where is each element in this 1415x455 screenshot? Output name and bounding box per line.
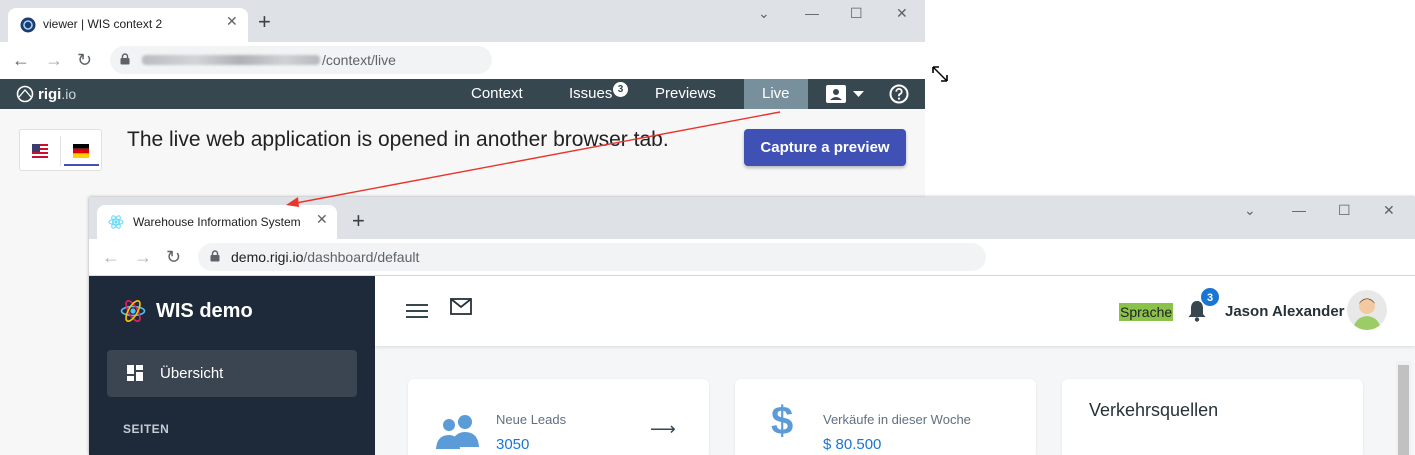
nav-issues[interactable]: Issues bbox=[569, 79, 612, 109]
wis-main-area: Sprache 3 Jason Alexander Neue Leads 305… bbox=[375, 276, 1415, 455]
rigi-logo-suffix: .io bbox=[61, 86, 77, 102]
lock-icon bbox=[120, 53, 130, 65]
lock-icon bbox=[210, 250, 220, 262]
card-title: Verkehrsquellen bbox=[1089, 400, 1219, 420]
wis-sidebar: WIS demo Übersicht SEITEN bbox=[89, 276, 375, 455]
viewer-address-bar: ← → ↻ /context/live bbox=[0, 42, 925, 79]
user-name[interactable]: Jason Alexander bbox=[1225, 303, 1345, 320]
tab-search-chevron-icon[interactable]: ⌄ bbox=[758, 5, 770, 22]
rigi-navbar: rigi .io Context Issues Previews Live bbox=[0, 79, 925, 109]
account-box-icon[interactable] bbox=[826, 85, 846, 103]
wis-tabstrip: Warehouse Information System ✕ + ⌄ — ☐ ✕ bbox=[89, 197, 1415, 239]
tab-search-chevron-icon[interactable]: ⌄ bbox=[1244, 202, 1256, 219]
people-icon bbox=[436, 415, 479, 449]
minimize-icon[interactable]: — bbox=[805, 5, 819, 21]
sidebar-section-heading: SEITEN bbox=[123, 422, 170, 436]
verkaeufe-card[interactable]: $ Verkäufe in dieser Woche $ 80.500 bbox=[735, 379, 1036, 455]
viewer-url-path: /context/live bbox=[322, 52, 396, 68]
help-icon[interactable] bbox=[889, 84, 909, 104]
wis-address-bar: ← → ↻ demo.rigi.io/dashboard/default bbox=[89, 239, 1415, 276]
maximize-icon[interactable]: ☐ bbox=[1338, 202, 1351, 219]
neue-leads-card[interactable]: Neue Leads 3050 ⟶ bbox=[408, 379, 709, 455]
user-avatar-icon bbox=[1353, 298, 1381, 330]
dollar-icon: $ bbox=[771, 399, 794, 443]
nav-context[interactable]: Context bbox=[471, 79, 523, 109]
dashboard-icon bbox=[127, 365, 143, 381]
active-language-indicator bbox=[64, 164, 99, 166]
reload-icon[interactable]: ↻ bbox=[77, 50, 92, 70]
account-dropdown-caret-icon[interactable] bbox=[853, 91, 864, 97]
rigi-logo[interactable]: rigi .io bbox=[16, 85, 76, 103]
viewer-tabstrip: viewer | WIS context 2 ✕ + ⌄ — ☐ ✕ bbox=[0, 0, 925, 42]
mail-icon[interactable] bbox=[450, 298, 472, 316]
card-value: 3050 bbox=[496, 436, 530, 453]
arrow-right-icon[interactable]: ⟶ bbox=[650, 419, 676, 440]
live-info-message: The live web application is opened in an… bbox=[127, 128, 669, 151]
issues-count-badge: 3 bbox=[613, 82, 628, 97]
atom-logo-icon[interactable] bbox=[120, 298, 146, 324]
close-window-icon[interactable]: ✕ bbox=[1383, 202, 1395, 219]
avatar[interactable] bbox=[1347, 290, 1387, 330]
menu-icon[interactable] bbox=[406, 303, 428, 319]
forward-arrow-icon[interactable]: → bbox=[134, 247, 152, 267]
sidebar-item-label: Übersicht bbox=[160, 365, 224, 382]
nav-live[interactable]: Live bbox=[744, 79, 808, 109]
wis-url-host: demo.rigi.io bbox=[231, 249, 304, 265]
maximize-icon[interactable]: ☐ bbox=[850, 5, 863, 22]
redacted-host bbox=[142, 55, 320, 65]
back-arrow-icon[interactable]: ← bbox=[12, 50, 30, 70]
wis-url-field[interactable]: demo.rigi.io/dashboard/default bbox=[198, 243, 986, 271]
rigi-logo-text: rigi bbox=[38, 85, 62, 103]
page-scrollbar[interactable] bbox=[1396, 361, 1411, 455]
react-favicon-icon bbox=[108, 215, 124, 229]
german-flag-icon[interactable] bbox=[73, 144, 89, 158]
viewer-tab-title: viewer | WIS context 2 bbox=[43, 17, 163, 31]
wis-url-path: /dashboard/default bbox=[303, 249, 420, 265]
wis-tab-title: Warehouse Information System bbox=[133, 215, 301, 229]
wis-topbar: Sprache 3 Jason Alexander bbox=[375, 276, 1415, 346]
scrollbar-thumb[interactable] bbox=[1398, 365, 1409, 455]
close-window-icon[interactable]: ✕ bbox=[896, 5, 908, 22]
resize-cursor-icon bbox=[932, 66, 948, 82]
notification-count-badge: 3 bbox=[1200, 287, 1220, 307]
sidebar-brand[interactable]: WIS demo bbox=[156, 300, 253, 323]
language-divider bbox=[60, 136, 61, 166]
reload-icon[interactable]: ↻ bbox=[166, 247, 181, 267]
rigi-logo-icon bbox=[16, 85, 34, 103]
nav-previews[interactable]: Previews bbox=[655, 79, 716, 109]
close-tab-icon[interactable]: ✕ bbox=[226, 13, 238, 30]
new-tab-icon[interactable]: + bbox=[258, 11, 271, 33]
card-label: Verkäufe in dieser Woche bbox=[823, 412, 971, 427]
card-label: Neue Leads bbox=[496, 412, 567, 427]
wis-url: demo.rigi.io/dashboard/default bbox=[231, 249, 419, 265]
card-value: $ 80.500 bbox=[823, 436, 882, 453]
forward-arrow-icon[interactable]: → bbox=[45, 50, 63, 70]
minimize-icon[interactable]: — bbox=[1292, 202, 1306, 218]
us-flag-icon[interactable] bbox=[32, 144, 48, 158]
verkehrsquellen-card[interactable]: Verkehrsquellen bbox=[1062, 379, 1363, 455]
language-switcher bbox=[19, 129, 102, 171]
capture-preview-button[interactable]: Capture a preview bbox=[744, 129, 906, 166]
close-tab-icon[interactable]: ✕ bbox=[316, 211, 328, 228]
viewer-url-field[interactable]: /context/live bbox=[110, 46, 492, 74]
sidebar-item-uebersicht[interactable]: Übersicht bbox=[107, 350, 357, 397]
language-selector[interactable]: Sprache bbox=[1119, 303, 1174, 321]
wis-tab[interactable]: Warehouse Information System ✕ bbox=[97, 205, 337, 239]
wis-browser-window: Warehouse Information System ✕ + ⌄ — ☐ ✕… bbox=[89, 197, 1415, 455]
back-arrow-icon[interactable]: ← bbox=[102, 247, 120, 267]
rigi-favicon-icon bbox=[20, 17, 36, 33]
new-tab-icon[interactable]: + bbox=[352, 210, 365, 232]
viewer-tab[interactable]: viewer | WIS context 2 ✕ bbox=[8, 8, 248, 42]
